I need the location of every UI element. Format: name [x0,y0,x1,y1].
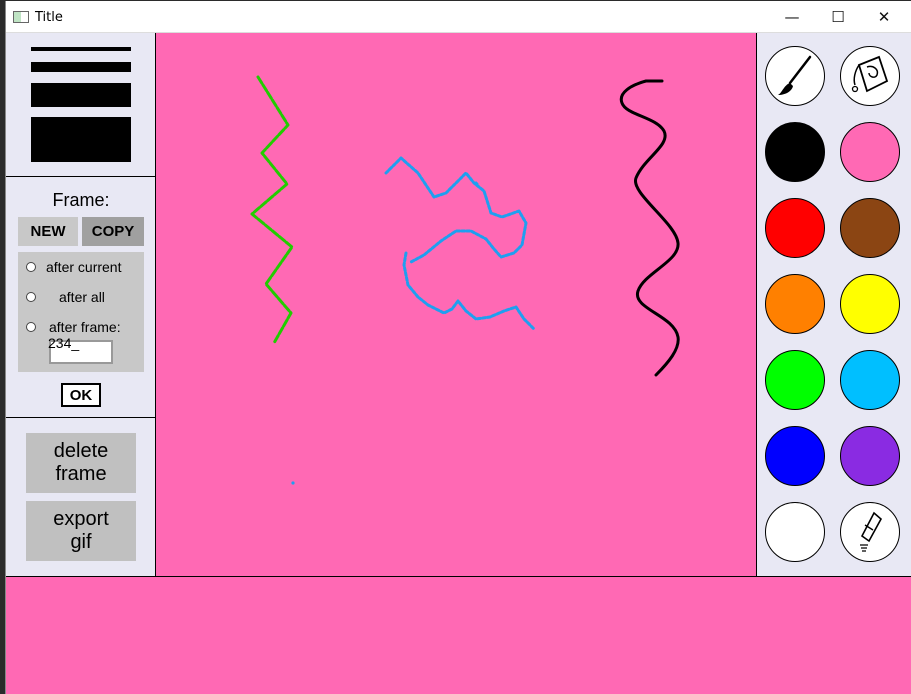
export-gif-button[interactable]: export gif [26,501,136,561]
drawing-canvas[interactable] [156,33,756,576]
color-swatch-white[interactable] [765,502,825,562]
app-icon [13,11,29,23]
radio-label-after-current: after current [46,259,122,275]
radio-label-after-frame: after frame: [49,319,121,335]
radio-label-after-all: after all [59,289,105,305]
blue-dot-single [474,181,479,186]
brush-width-thick[interactable] [31,83,131,107]
app-window: Title — ☐ ✕ Frame: NEW COPY after curren… [5,1,911,694]
maximize-button[interactable]: ☐ [815,1,861,33]
radio-after-frame[interactable] [26,322,36,332]
color-palette-panel [756,33,911,576]
frame-timeline[interactable] [6,576,911,694]
color-swatch-sky-blue[interactable] [840,350,900,410]
black-stroke [619,79,680,377]
maximize-icon: ☐ [831,8,845,26]
paint-bucket-icon [851,55,889,93]
close-icon: ✕ [877,8,891,26]
insert-position-options: after current after all after frame: 234… [18,252,144,372]
frame-number-value: 234_ [48,335,80,351]
color-swatch-purple[interactable] [840,426,900,486]
color-swatch-red[interactable] [765,198,825,258]
frame-controls: Frame: NEW COPY after current after all … [6,178,156,418]
color-swatch-yellow[interactable] [840,274,900,334]
blue-stroke-upper [384,156,528,264]
window-title: Title [35,10,63,25]
brush-width-thin[interactable] [31,47,131,51]
copy-frame-button[interactable]: COPY [82,217,144,246]
color-swatch-brown[interactable] [840,198,900,258]
new-frame-button[interactable]: NEW [18,217,78,246]
delete-frame-label-line2: frame [55,463,107,485]
brush-width-extra-thick[interactable] [31,117,131,162]
eraser-icon [860,511,883,552]
export-gif-label-line1: export [53,508,109,530]
color-swatch-green[interactable] [765,350,825,410]
minimize-icon: — [784,8,800,26]
color-swatch-pink[interactable] [840,122,900,182]
ok-button[interactable]: OK [61,383,101,407]
blue-dot-lower [291,481,295,485]
brush-width-medium[interactable] [31,62,131,72]
brush-tool-button[interactable] [765,46,825,106]
blue-stroke-lower [402,251,536,331]
fill-tool-button[interactable] [840,46,900,106]
minimize-button[interactable]: — [769,1,815,33]
brush-width-selector [6,33,156,177]
green-stroke [250,75,294,345]
canvas-drawing [250,75,680,485]
close-button[interactable]: ✕ [861,1,907,33]
delete-frame-label-line1: delete [53,440,109,462]
export-gif-label-line2: gif [70,531,92,553]
color-swatch-blue[interactable] [765,426,825,486]
delete-frame-button[interactable]: delete frame [26,433,136,493]
title-bar: Title — ☐ ✕ [6,1,911,33]
radio-after-all[interactable] [26,292,36,302]
eraser-tool-button[interactable] [840,502,900,562]
left-panel: Frame: NEW COPY after current after all … [6,33,156,576]
frame-label: Frame: [52,190,110,210]
paintbrush-icon [778,55,812,95]
radio-after-current[interactable] [26,262,36,272]
color-swatch-orange[interactable] [765,274,825,334]
color-swatch-black[interactable] [765,122,825,182]
